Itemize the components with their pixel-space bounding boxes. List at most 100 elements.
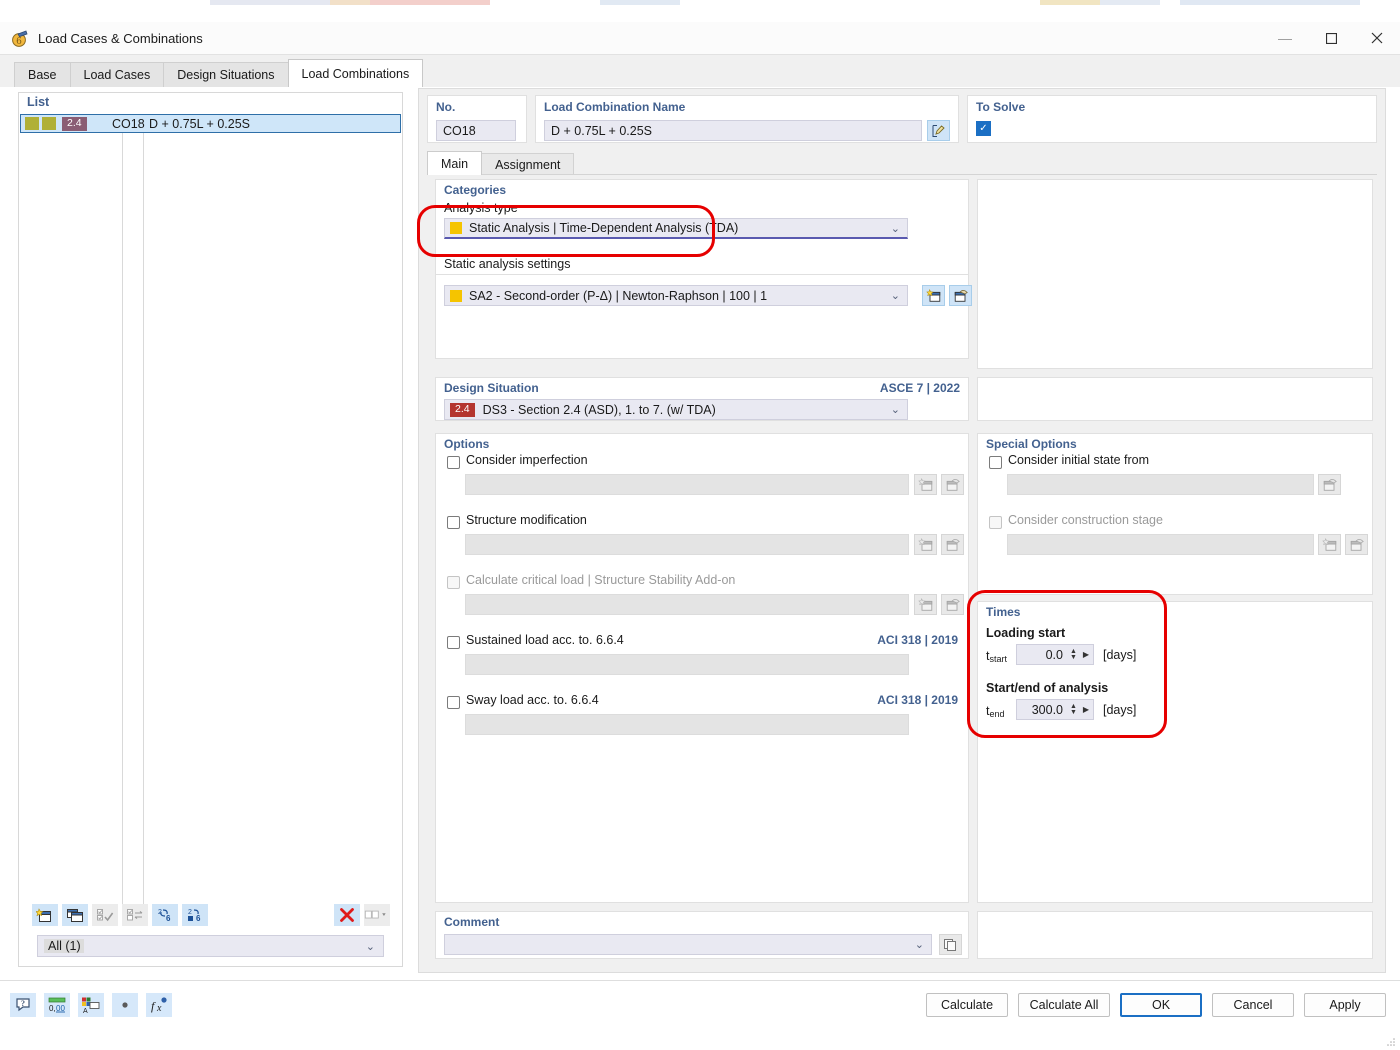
t-end-input[interactable]: 300.0 ▲ ▼ ▶	[1016, 699, 1094, 720]
to-solve-caption: To Solve	[976, 100, 1026, 114]
consider-initial-state-checkbox[interactable]	[989, 456, 1002, 469]
delete-icon[interactable]	[334, 904, 360, 926]
to-solve-box: To Solve ✓	[967, 95, 1377, 143]
right-design-empty-panel	[977, 377, 1373, 421]
tab-load-cases[interactable]: Load Cases	[69, 62, 165, 87]
tab-design-situations[interactable]: Design Situations	[163, 62, 289, 87]
copy-comment-icon[interactable]	[939, 934, 962, 955]
edit-icon[interactable]	[949, 285, 972, 306]
tab-assignment[interactable]: Assignment	[481, 153, 575, 175]
t-start-input[interactable]: 0.0 ▲ ▼ ▶	[1016, 644, 1094, 665]
loading-start-label: Loading start	[986, 626, 1066, 640]
cancel-button[interactable]: Cancel	[1212, 993, 1294, 1017]
display-properties-icon[interactable]: A	[78, 993, 104, 1017]
tab-base[interactable]: Base	[14, 62, 71, 87]
window-title: Load Cases & Combinations	[38, 30, 203, 46]
structure-modification-label: Structure modification	[466, 513, 587, 527]
calculate-button[interactable]: Calculate	[926, 993, 1008, 1017]
detail-header-row: No. CO18 Load Combination Name D + 0.75L…	[427, 95, 1377, 143]
color-swatch-icon	[42, 117, 56, 130]
design-situation-badge: 2.4	[450, 402, 475, 417]
list-grid[interactable]: 2.4 CO18 D + 0.75L + 0.25S	[19, 114, 402, 904]
ok-button[interactable]: OK	[1120, 993, 1202, 1017]
renumber-from-icon[interactable]: 2 6	[182, 904, 208, 926]
svg-text:x: x	[156, 1003, 162, 1014]
formula-icon[interactable]: f x	[146, 993, 172, 1017]
apply-button[interactable]: Apply	[1304, 993, 1386, 1017]
table-row[interactable]: 2.4 CO18 D + 0.75L + 0.25S	[20, 114, 401, 133]
renumber-icon[interactable]: 2 6	[152, 904, 178, 926]
analysis-type-select[interactable]: Static Analysis | Time-Dependent Analysi…	[444, 218, 908, 239]
comment-input[interactable]: ⌄	[444, 934, 932, 955]
chevron-down-icon: ⌄	[365, 940, 375, 953]
section-badge: 2.4	[62, 116, 87, 131]
analysis-type-color-icon	[450, 222, 462, 234]
copy-icon[interactable]	[62, 904, 88, 926]
static-settings-select[interactable]: SA2 - Second-order (P-Δ) | Newton-Raphso…	[444, 285, 908, 306]
structure-modification-checkbox[interactable]	[447, 516, 460, 529]
close-button[interactable]	[1354, 22, 1400, 55]
bottom-toolbar: ? 0, 00 A f x	[10, 993, 172, 1017]
dot-icon[interactable]	[112, 993, 138, 1017]
name-caption: Load Combination Name	[544, 100, 686, 114]
consider-initial-state-field	[1007, 474, 1314, 495]
categories-title: Categories	[444, 183, 507, 197]
consider-imperfection-checkbox[interactable]	[447, 456, 460, 469]
svg-text:6: 6	[166, 914, 171, 923]
t-start-unit: [days]	[1103, 648, 1137, 662]
edit-icon	[941, 474, 964, 495]
consider-initial-state-label: Consider initial state from	[1008, 453, 1150, 467]
combination-name-input[interactable]: D + 0.75L + 0.25S	[544, 120, 922, 141]
no-value: CO18	[436, 120, 516, 141]
bottom-separator	[0, 980, 1400, 981]
right-top-empty-panel	[977, 179, 1373, 369]
tab-load-combinations[interactable]: Load Combinations	[287, 59, 424, 87]
select-all-icon	[92, 904, 118, 926]
stepper-arrows-icon[interactable]: ▲ ▼	[1068, 648, 1079, 661]
invert-selection-icon	[122, 904, 148, 926]
maximize-button[interactable]	[1308, 22, 1354, 55]
minimize-button[interactable]: —	[1262, 22, 1308, 55]
sustained-load-standard: ACI 318 | 2019	[877, 633, 958, 647]
list-filter-select[interactable]: All (1) ⌄	[37, 935, 384, 957]
sway-load-field	[465, 714, 909, 735]
desktop-bleed-strip	[0, 0, 1400, 22]
edit-name-icon[interactable]	[927, 120, 950, 141]
design-situation-select[interactable]: 2.4 DS3 - Section 2.4 (ASD), 1. to 7. (w…	[444, 399, 908, 420]
edit-icon	[1345, 534, 1368, 555]
new-icon[interactable]	[32, 904, 58, 926]
design-situation-title: Design Situation	[444, 381, 539, 395]
decimal-places-icon[interactable]: 0, 00	[44, 993, 70, 1017]
comment-panel: Comment ⌄	[435, 911, 969, 959]
analysis-type-value: Static Analysis | Time-Dependent Analysi…	[469, 221, 739, 235]
stepper-arrows-icon[interactable]: ▲ ▼	[1068, 703, 1079, 716]
list-header: List	[19, 93, 402, 112]
analysis-type-label: Analysis type	[444, 201, 518, 215]
consider-imperfection-field	[465, 474, 909, 495]
resize-grip[interactable]	[1386, 1036, 1396, 1046]
to-solve-checkbox[interactable]: ✓	[976, 121, 991, 136]
new-icon[interactable]	[922, 285, 945, 306]
svg-text:f: f	[151, 999, 156, 1013]
categories-panel: Categories Analysis type Static Analysis…	[435, 179, 969, 275]
special-options-title: Special Options	[986, 437, 1077, 451]
bottom-bar: ? 0, 00 A f x Calculate Calculate All OK…	[0, 985, 1400, 1050]
sustained-load-checkbox[interactable]	[447, 636, 460, 649]
more-arrow-icon[interactable]: ▶	[1079, 705, 1093, 714]
tab-underline	[427, 174, 1377, 175]
sustained-load-field	[465, 654, 909, 675]
calculate-all-button[interactable]: Calculate All	[1018, 993, 1110, 1017]
times-panel: Times Loading start tstart 0.0 ▲ ▼ ▶ [day…	[977, 601, 1373, 903]
svg-text:6: 6	[16, 37, 22, 47]
name-box: Load Combination Name D + 0.75L + 0.25S	[535, 95, 959, 143]
new-icon	[1318, 534, 1341, 555]
special-options-panel: Special Options Consider initial state f…	[977, 433, 1373, 595]
new-icon	[914, 594, 937, 615]
sway-load-checkbox[interactable]	[447, 696, 460, 709]
no-box: No. CO18	[427, 95, 527, 143]
comment-title: Comment	[444, 915, 500, 929]
help-icon[interactable]: ?	[10, 993, 36, 1017]
more-arrow-icon[interactable]: ▶	[1079, 650, 1093, 659]
tab-main[interactable]: Main	[427, 151, 483, 175]
chevron-down-icon: ⌄	[890, 222, 900, 235]
